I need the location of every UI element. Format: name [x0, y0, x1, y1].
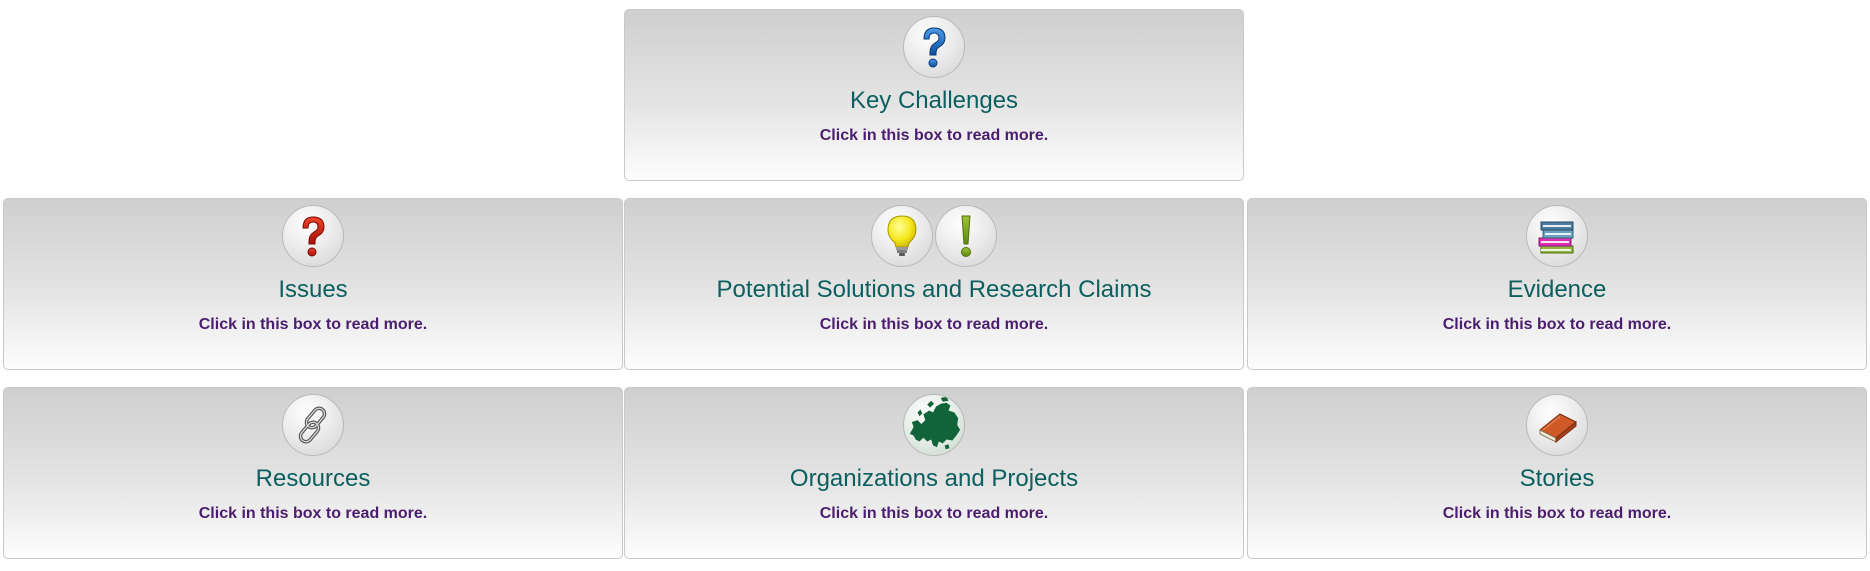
key-challenges-icons: [625, 16, 1243, 80]
evidence-box[interactable]: Evidence Click in this box to read more.: [1247, 198, 1867, 370]
organizations-title: Organizations and Projects: [789, 465, 1079, 492]
evidence-read-more: Click in this box to read more.: [1442, 316, 1672, 333]
europe-map-icon: [903, 394, 965, 456]
topic-box-grid: Key Challenges Click in this box to read…: [0, 0, 1870, 571]
solutions-icons: [625, 205, 1243, 269]
organizations-icons: [625, 394, 1243, 458]
issues-box[interactable]: Issues Click in this box to read more.: [3, 198, 623, 370]
blue-question-mark-icon: [903, 16, 965, 78]
evidence-icons: [1248, 205, 1866, 269]
solutions-read-more: Click in this box to read more.: [819, 316, 1049, 333]
stories-title: Stories: [1519, 465, 1595, 492]
lightbulb-icon: [871, 205, 933, 267]
solutions-title: Potential Solutions and Research Claims: [716, 276, 1152, 303]
exclamation-mark-icon: [935, 205, 997, 267]
chain-link-icon: [282, 394, 344, 456]
organizations-box[interactable]: Organizations and Projects Click in this…: [624, 387, 1244, 559]
evidence-title: Evidence: [1507, 276, 1607, 303]
issues-read-more: Click in this box to read more.: [198, 316, 428, 333]
resources-read-more: Click in this box to read more.: [198, 505, 428, 522]
resources-title: Resources: [255, 465, 371, 492]
resources-icons: [4, 394, 622, 458]
stories-icons: [1248, 394, 1866, 458]
book-icon: [1526, 394, 1588, 456]
solutions-box[interactable]: Potential Solutions and Research Claims …: [624, 198, 1244, 370]
issues-title: Issues: [278, 276, 348, 303]
organizations-read-more: Click in this box to read more.: [819, 505, 1049, 522]
stories-box[interactable]: Stories Click in this box to read more.: [1247, 387, 1867, 559]
resources-box[interactable]: Resources Click in this box to read more…: [3, 387, 623, 559]
key-challenges-title: Key Challenges: [849, 87, 1019, 114]
issues-icons: [4, 205, 622, 269]
red-question-mark-icon: [282, 205, 344, 267]
books-stack-icon: [1526, 205, 1588, 267]
key-challenges-box[interactable]: Key Challenges Click in this box to read…: [624, 9, 1244, 181]
stories-read-more: Click in this box to read more.: [1442, 505, 1672, 522]
key-challenges-read-more: Click in this box to read more.: [819, 127, 1049, 144]
